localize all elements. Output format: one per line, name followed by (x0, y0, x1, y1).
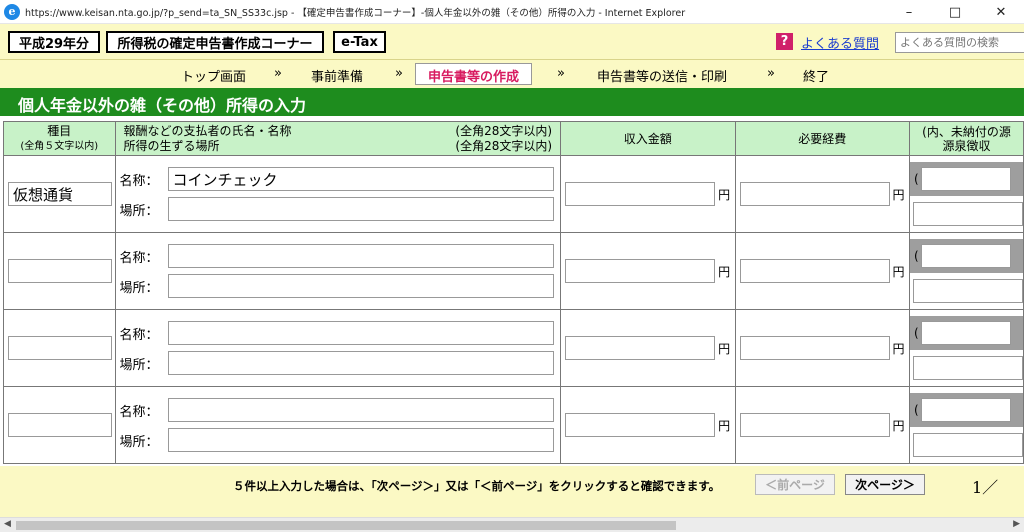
expense-amount-input[interactable] (739, 182, 890, 206)
progress-steps: トップ画面 » 事前準備 » 申告書等の作成 » 申告書等の送信・印刷 » 終了 (0, 60, 1024, 88)
type-input[interactable] (8, 259, 112, 283)
horizontal-scrollbar[interactable]: ◀ ▶ (0, 517, 1024, 532)
place-label: 場所： (119, 357, 159, 373)
yen-unit: 円 (718, 341, 731, 356)
header-type: 種目 (全角５文字以内) (3, 121, 116, 156)
name-label: 名称： (119, 327, 159, 343)
scrollbar-thumb[interactable] (16, 521, 676, 530)
scroll-right-icon[interactable]: ▶ (1013, 519, 1020, 529)
income-amount-input[interactable] (565, 413, 716, 437)
withholding-tax-input[interactable] (912, 433, 1023, 457)
close-button[interactable]: ✕ (978, 0, 1024, 24)
yen-unit: 円 (892, 418, 905, 433)
unpaid-withholding-input[interactable] (920, 244, 1011, 268)
type-input[interactable] (8, 336, 112, 360)
name-label: 名称： (119, 404, 159, 420)
table-row: 仮想通貨 名称： コインチェック 場所： 円 円 ( (3, 155, 1024, 233)
name-label: 名称： (119, 250, 159, 266)
place-input[interactable] (167, 197, 554, 221)
income-amount-input[interactable] (565, 259, 716, 283)
payer-name-input[interactable] (167, 244, 554, 268)
place-input[interactable] (167, 274, 554, 298)
minimize-button[interactable]: – (886, 0, 932, 24)
yen-unit: 円 (892, 187, 905, 202)
withholding-tax-input[interactable] (912, 202, 1023, 226)
payer-name-input[interactable] (167, 321, 554, 345)
yen-unit: 円 (892, 341, 905, 356)
income-amount-input[interactable] (565, 336, 716, 360)
yen-unit: 円 (718, 187, 731, 202)
tax-year-badge: 平成29年分 (8, 31, 100, 53)
yen-unit: 円 (718, 418, 731, 433)
scroll-left-icon[interactable]: ◀ (4, 519, 11, 529)
place-label: 場所： (119, 280, 159, 296)
unpaid-withholding-input[interactable] (920, 398, 1011, 422)
expense-amount-input[interactable] (739, 336, 890, 360)
place-input[interactable] (167, 351, 554, 375)
header-expense: 必要経費 (734, 121, 910, 156)
header-payer: 報酬などの支払者の氏名・名称 (全角28文字以内) 所得の生ずる場所 (全角28文字… (114, 121, 562, 156)
table-row: 名称： 場所： 円 円 ( (3, 309, 1024, 387)
withholding-tax-input[interactable] (912, 279, 1023, 303)
step-arrow: » (274, 66, 282, 81)
header-withholding: (内、未納付の源 源泉徴収 (908, 121, 1024, 156)
step-arrow: » (557, 66, 565, 81)
expense-amount-input[interactable] (739, 259, 890, 283)
help-question-icon[interactable]: ? (776, 33, 793, 50)
faq-link[interactable]: よくある質問 (801, 33, 879, 52)
table-row: 名称： 場所： 円 円 ( (3, 386, 1024, 464)
table-header-row: 種目 (全角５文字以内) 報酬などの支払者の氏名・名称 (全角28文字以内) 所得… (3, 121, 1024, 156)
corner-title: 所得税の確定申告書作成コーナー (106, 31, 324, 53)
name-label: 名称： (119, 173, 159, 189)
payer-name-input[interactable] (167, 398, 554, 422)
payer-name-input[interactable]: コインチェック (167, 167, 554, 191)
withholding-tax-input[interactable] (912, 356, 1023, 380)
window-title: https://www.keisan.nta.go.jp/?p_send=ta_… (25, 7, 686, 19)
expense-amount-input[interactable] (739, 413, 890, 437)
income-amount-input[interactable] (565, 182, 716, 206)
faq-search-input[interactable] (895, 32, 1024, 53)
step-arrow: » (767, 66, 775, 81)
table-row: 名称： 場所： 円 円 ( (3, 232, 1024, 310)
step-preparation: 事前準備 (311, 70, 364, 85)
step-create-return-current: 申告書等の作成 (415, 63, 533, 85)
type-input[interactable]: 仮想通貨 (8, 182, 112, 206)
type-input[interactable] (8, 413, 112, 437)
next-page-button[interactable]: 次ページ＞ (845, 474, 925, 495)
page-indicator: 1／ (972, 478, 999, 497)
income-entry-table: 種目 (全角５文字以内) 報酬などの支払者の氏名・名称 (全角28文字以内) 所得… (0, 121, 1024, 466)
etax-badge: e-Tax (333, 31, 386, 53)
unpaid-withholding-input[interactable] (920, 321, 1011, 345)
place-label: 場所： (119, 434, 159, 450)
place-label: 場所： (119, 203, 159, 219)
step-send-print: 申告書等の送信・印刷 (597, 70, 728, 85)
maximize-button[interactable]: □ (932, 0, 978, 24)
yen-unit: 円 (892, 264, 905, 279)
site-header: 平成29年分 所得税の確定申告書作成コーナー e-Tax ? よくある質問 (0, 24, 1024, 60)
window-titlebar: e https://www.keisan.nta.go.jp/?p_send=t… (0, 0, 1024, 24)
header-income: 収入金額 (560, 121, 736, 156)
pagination-note: ５件以上入力した場合は、「次ページ＞」又は「＜前ページ」をクリックすると確認でき… (233, 479, 721, 493)
step-arrow: » (395, 66, 403, 81)
pagination-footer: ５件以上入力した場合は、「次ページ＞」又は「＜前ページ」をクリックすると確認でき… (0, 466, 1024, 532)
step-top: トップ画面 (181, 70, 247, 85)
step-finish: 終了 (803, 70, 830, 85)
yen-unit: 円 (718, 264, 731, 279)
place-input[interactable] (167, 428, 554, 452)
page-title: 個人年金以外の雑（その他）所得の入力 (18, 96, 307, 115)
unpaid-withholding-input[interactable] (920, 167, 1011, 191)
prev-page-button[interactable]: ＜前ページ (755, 474, 835, 495)
internet-explorer-icon: e (4, 3, 20, 20)
section-header: 個人年金以外の雑（その他）所得の入力 (0, 88, 1024, 116)
